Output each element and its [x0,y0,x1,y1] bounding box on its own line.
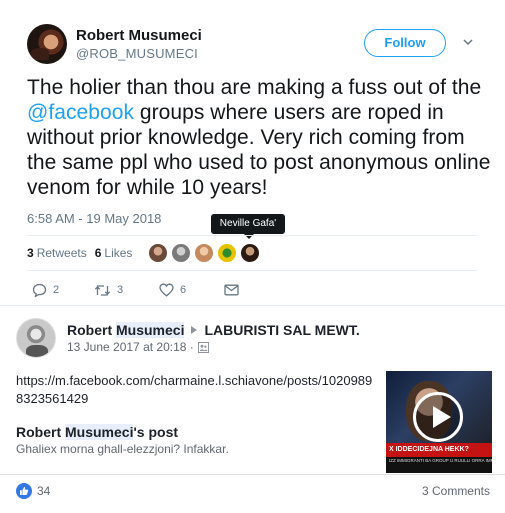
fb-group-name[interactable]: LABURISTI SAL MEWT. [204,322,359,338]
fb-post-meta: 13 June 2017 at 20:18 · [67,340,209,354]
fb-shared-name-first: Robert [16,424,65,440]
retweets-count: 3 [27,246,34,260]
fb-shared-post-title[interactable]: Robert Musumeci's post [16,424,178,440]
liker-avatar[interactable] [194,243,214,263]
fb-author-avatar[interactable] [16,318,56,358]
tweet-text-part: The holier than thou are making a fuss o… [27,76,482,99]
audience-icon [197,341,209,353]
retweets-stat[interactable]: 3 Retweets [27,246,87,260]
divider [27,270,477,271]
fb-author-name[interactable]: Robert Musumeci [67,322,185,338]
fb-author-first: Robert [67,322,116,338]
fb-post-date[interactable]: 13 June 2017 at 20:18 · [67,340,194,354]
play-icon[interactable] [413,392,463,442]
like-action[interactable]: 6 [159,283,224,297]
envelope-icon [224,284,239,296]
mention-link[interactable]: @facebook [27,101,134,124]
retweet-count: 3 [117,284,124,296]
fb-reactions[interactable]: 34 [16,483,50,499]
tweet-text: The holier than thou are making a fuss o… [27,75,492,200]
facebook-post-card: Robert Musumeci LABURISTI SAL MEWT. 13 J… [0,306,505,513]
reply-count: 2 [53,284,60,296]
video-banner-text: X IDDECIDEJNA HEKK? [386,443,492,457]
liker-tooltip: Neville Gafa' [211,214,285,239]
likers-avatars [148,243,260,263]
fb-post-header: Robert Musumeci LABURISTI SAL MEWT. [67,322,360,338]
fb-shared-suffix: 's post [133,424,179,440]
liker-avatar[interactable] [148,243,168,263]
fb-footer-divider [0,474,505,475]
tweet-timestamp[interactable]: 6:58 AM - 19 May 2018 [27,211,161,226]
tweet-actions: 2 3 6 [32,283,239,297]
likes-label: Likes [104,246,133,260]
fb-author-last: Musumeci [116,322,185,338]
author-avatar[interactable] [27,24,67,64]
follow-button[interactable]: Follow [364,29,446,57]
fb-shared-link[interactable]: https://m.facebook.com/charmaine.l.schia… [16,372,376,408]
likes-stat[interactable]: 6 Likes [95,246,133,260]
video-ticker-text: IZZ IMMIGRANTI BA GROUP U RUULLI ORRA IM… [386,457,492,473]
heart-icon [159,283,174,297]
fb-shared-name-last: Musumeci [65,424,134,440]
liker-avatar[interactable] [217,243,237,263]
fb-comments-count[interactable]: 3 Comments [422,484,490,498]
chevron-down-icon[interactable] [462,36,474,48]
likes-count: 6 [94,246,102,260]
liker-avatar[interactable] [240,243,260,263]
tweet-stats: 3 Retweets 6 Likes [27,246,132,260]
retweet-action[interactable]: 3 [94,284,159,297]
thumbs-up-icon [16,483,32,499]
liker-avatar[interactable] [171,243,191,263]
like-count: 6 [180,284,187,296]
reply-action[interactable]: 2 [32,283,94,297]
author-handle[interactable]: @ROB_MUSUMECI [76,46,198,61]
retweets-label: Retweets [36,246,87,260]
reply-icon [32,283,47,297]
author-name[interactable]: Robert Musumeci [76,27,202,44]
tweet-card: Robert Musumeci @ROB_MUSUMECI Follow The… [0,0,505,305]
retweet-icon [94,284,111,296]
message-action[interactable] [224,284,239,296]
fb-likes-count: 34 [37,484,51,498]
fb-shared-post-text: Ghaliex morna ghall-elezzjoni? Infakkar. [16,442,229,456]
triangle-right-icon [191,326,198,334]
divider [27,235,477,236]
